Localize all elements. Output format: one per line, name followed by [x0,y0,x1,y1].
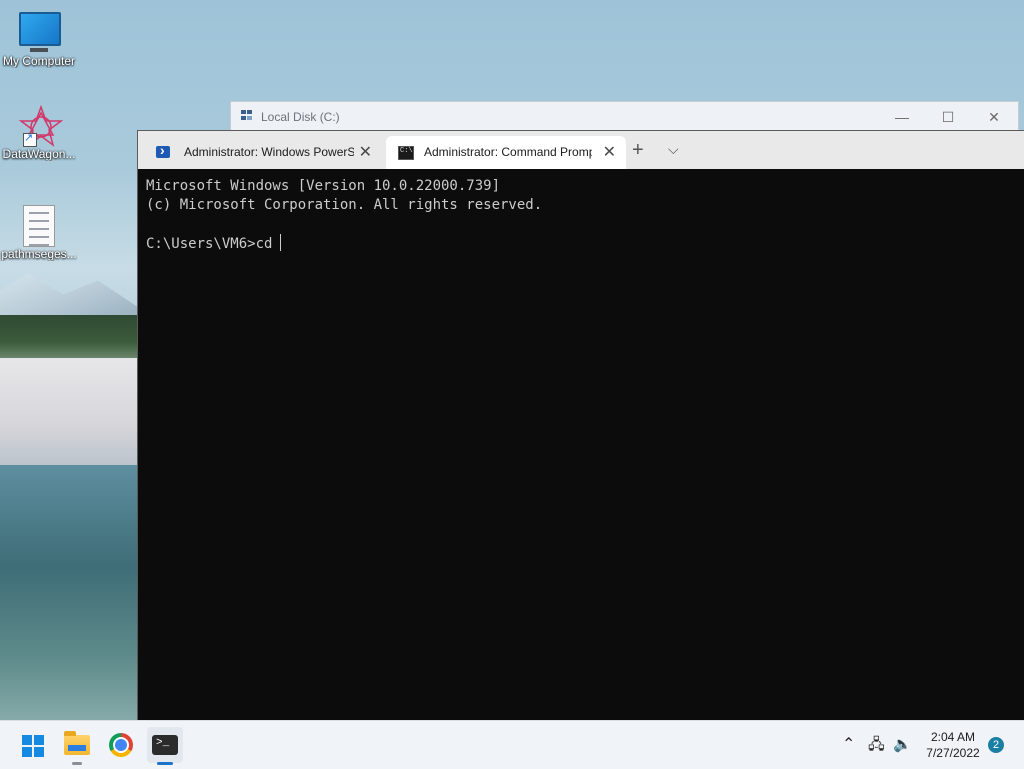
console-prompt-line: C:\Users\VM6>cd [146,234,542,254]
clock[interactable]: 2:04 AM 7/27/2022 [918,729,988,761]
desktop-icon-label: pathmseges... [1,247,77,261]
console-prompt: C:\Users\VM6>cd [146,236,273,252]
active-indicator [157,762,173,765]
network-icon[interactable]: 🖧 [868,721,885,769]
taskbar: ⌃ 🖧 🔈 2:04 AM 7/27/2022 2 [0,720,1024,769]
close-button[interactable]: ✕ [971,102,1017,132]
desktop-icon-pathmseges[interactable]: pathmseges... [0,205,78,261]
datawagon-icon [18,104,64,147]
console-line: Microsoft Windows [Version 10.0.22000.73… [146,178,501,194]
clock-time: 2:04 AM [930,730,976,744]
clock-date: 7/27/2022 [926,746,980,760]
document-icon [19,205,59,247]
tab-label: Administrator: Windows PowerShell [184,145,354,159]
notification-badge[interactable]: 2 [988,737,1004,753]
shortcut-arrow-icon [23,131,37,147]
show-hidden-icons-chevron-icon[interactable]: ⌃ [842,721,855,769]
tab-label: Administrator: Command Prompt [424,145,592,159]
terminal-icon [152,735,178,755]
desktop-icon-datawagon[interactable]: DataWagon... [0,104,78,161]
start-button[interactable] [14,727,50,763]
close-tab-icon[interactable]: ✕ [603,142,616,162]
terminal-window[interactable]: Administrator: Windows PowerShell ✕ Admi… [137,130,1024,722]
running-indicator [72,762,82,765]
new-tab-button[interactable]: + [632,139,644,162]
powershell-icon [156,142,170,158]
desktop-wallpaper [0,270,140,720]
explorer-icon [241,110,255,122]
minimize-button[interactable]: — [879,102,925,132]
tab-command-prompt[interactable]: Administrator: Command Prompt ✕ [386,136,626,169]
tab-bar: Administrator: Windows PowerShell ✕ Admi… [138,131,1024,169]
maximize-button[interactable]: ☐ [925,102,971,132]
chrome-button[interactable] [103,727,139,763]
desktop-icon-label: DataWagon... [2,147,76,161]
desktop-icon-my-computer[interactable]: My Computer [0,12,78,68]
tab-powershell[interactable]: Administrator: Windows PowerShell ✕ [144,136,382,169]
console-output[interactable]: Microsoft Windows [Version 10.0.22000.73… [146,177,542,254]
console-line: (c) Microsoft Corporation. All rights re… [146,197,543,213]
tab-dropdown-button[interactable]: ⌵ [668,141,679,158]
text-cursor [280,234,282,251]
desktop-icon-label: My Computer [2,54,76,68]
explorer-title: Local Disk (C:) [261,110,340,124]
volume-icon[interactable]: 🔈 [893,721,912,769]
close-tab-icon[interactable]: ✕ [359,142,372,162]
terminal-taskbar-button[interactable] [147,727,183,765]
monitor-icon [19,12,61,52]
start-icon [22,735,44,757]
cmd-icon [398,146,414,160]
file-explorer-icon [64,731,90,755]
file-explorer-button[interactable] [59,727,95,765]
chrome-icon [109,733,133,757]
